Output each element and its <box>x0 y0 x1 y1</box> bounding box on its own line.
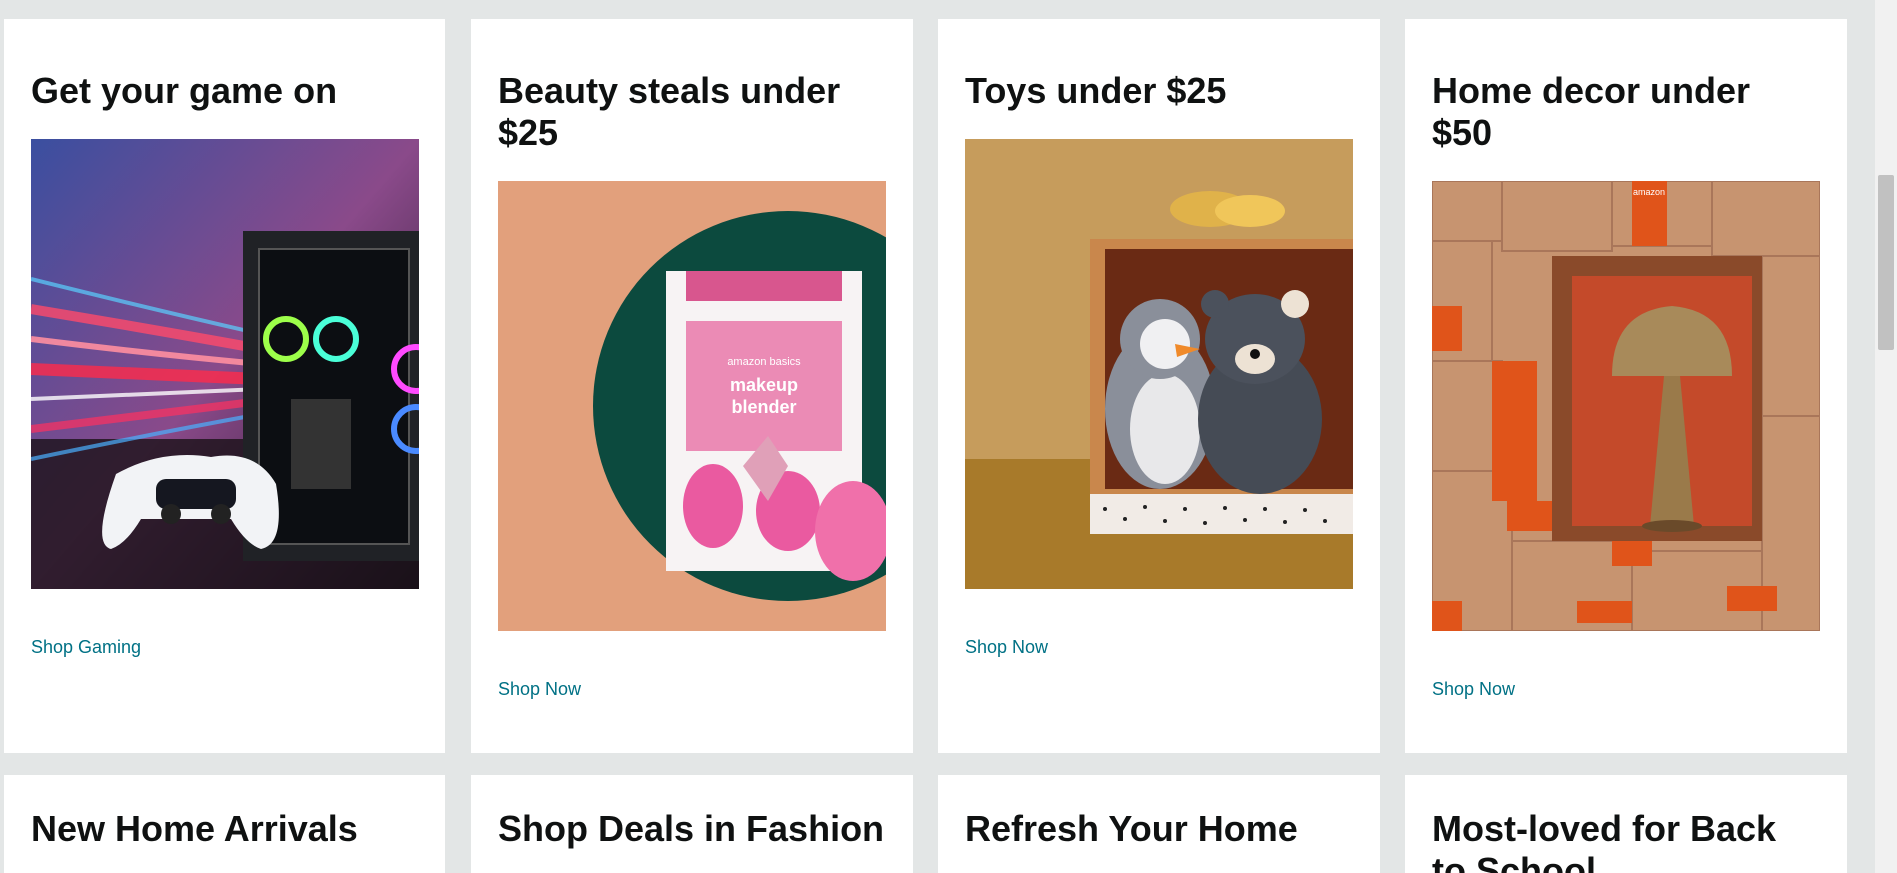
product-name-line1: makeup <box>730 375 798 395</box>
vertical-scrollbar[interactable] <box>1875 0 1897 873</box>
card-home-decor: Home decor under $50 amazon Shop Now <box>1405 19 1847 753</box>
card-new-home-arrivals: New Home Arrivals <box>4 775 445 873</box>
card-title: New Home Arrivals <box>31 808 358 849</box>
gaming-pc-controller-image[interactable] <box>31 139 419 589</box>
card-title: Toys under $25 <box>965 70 1227 111</box>
card-toys: Toys under $25 Shop Now <box>938 19 1380 753</box>
card-refresh-home: Refresh Your Home <box>938 775 1380 873</box>
page-viewport: Get your game on Shop Gaming Beauty stea… <box>0 0 1897 873</box>
card-beauty: Beauty steals under $25 amazon basics ma… <box>471 19 913 753</box>
card-deals-fashion: Shop Deals in Fashion <box>471 775 913 873</box>
product-name-line2: blender <box>731 397 796 417</box>
card-title: Home decor under $50 <box>1432 70 1751 153</box>
card-title: Most-loved for Back to School <box>1432 808 1777 873</box>
card-title: Shop Deals in Fashion <box>498 808 885 849</box>
card-title: Beauty steals under $25 <box>498 70 841 153</box>
card-gaming: Get your game on Shop Gaming <box>4 19 445 753</box>
card-title: Get your game on <box>31 70 338 111</box>
shop-now-link[interactable]: Shop Now <box>965 637 1048 658</box>
plush-toys-gift-box-image[interactable] <box>965 139 1353 589</box>
product-brand-text: amazon basics <box>727 356 801 368</box>
card-title: Refresh Your Home <box>965 808 1298 849</box>
scrollbar-thumb[interactable] <box>1878 175 1894 350</box>
shop-now-link[interactable]: Shop Now <box>498 679 581 700</box>
lamp-in-boxes-image[interactable]: amazon <box>1432 181 1820 631</box>
box-brand-text: amazon <box>1633 187 1665 197</box>
card-back-to-school: Most-loved for Back to School <box>1405 775 1847 873</box>
shop-gaming-link[interactable]: Shop Gaming <box>31 637 141 658</box>
shop-now-link[interactable]: Shop Now <box>1432 679 1515 700</box>
makeup-blender-image[interactable]: amazon basics makeup blender <box>498 181 886 631</box>
